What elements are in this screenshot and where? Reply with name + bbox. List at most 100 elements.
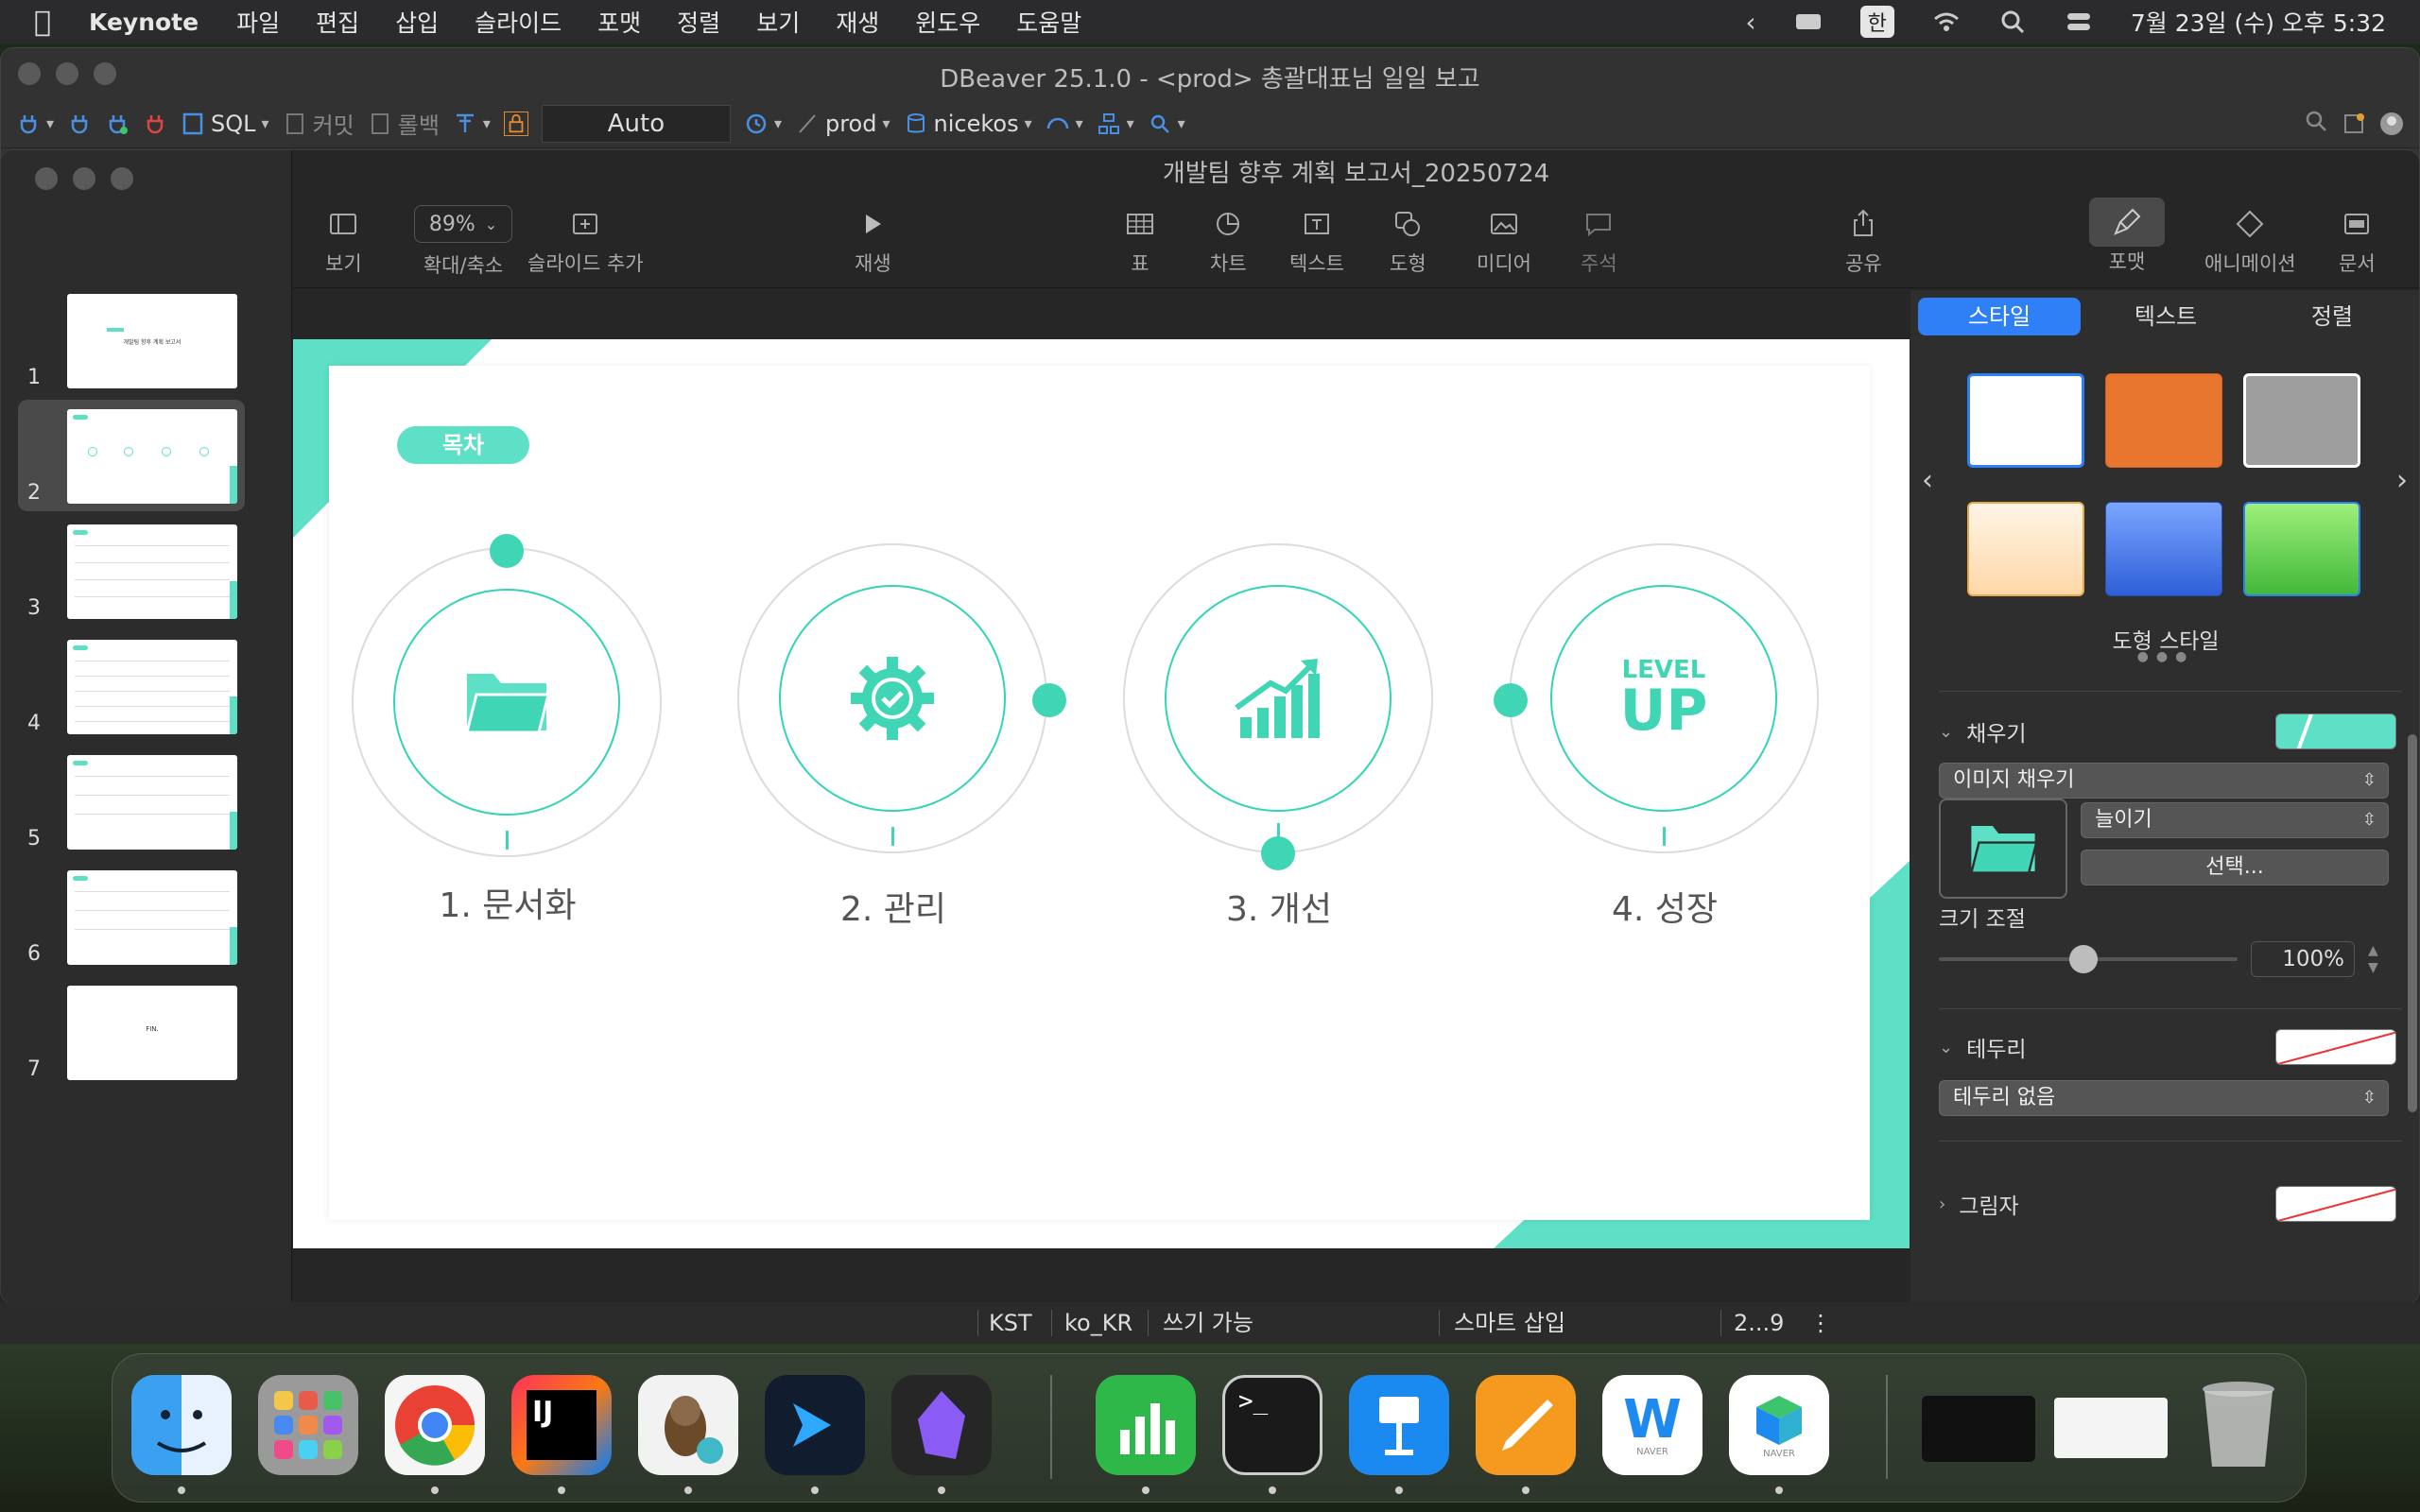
shadow-section-header[interactable]: › 그림자 (1939, 1188, 2019, 1220)
style-swatch-green[interactable] (2243, 502, 2360, 596)
add-slide-button[interactable]: 슬라이드 추가 (527, 198, 644, 277)
rollback-button[interactable]: 롤백 (368, 107, 440, 140)
border-color-well[interactable] (2275, 1029, 2396, 1065)
menu-view[interactable]: 보기 (756, 5, 800, 39)
menu-slide[interactable]: 슬라이드 (475, 5, 562, 39)
media-button[interactable]: 미디어 (1477, 198, 1531, 277)
current-slide[interactable]: 목차 1. 문서화 2. 관리 3. 개선 LEVEL UP 4. 성장 (293, 339, 1910, 1248)
menu-window[interactable]: 윈도우 (915, 5, 980, 39)
menu-app-name[interactable]: Keynote (89, 9, 199, 36)
minimized-terminal-window[interactable] (1922, 1396, 2035, 1462)
connect-icon[interactable] (67, 112, 92, 136)
erd-button[interactable]: ▾ (1097, 112, 1134, 136)
trash-icon[interactable] (2188, 1375, 2289, 1475)
finder-icon[interactable] (131, 1375, 232, 1475)
menu-help[interactable]: 도움말 (1016, 5, 1081, 39)
dashboard-button[interactable]: ▾ (1046, 112, 1083, 136)
fill-image-well[interactable] (1939, 799, 2067, 899)
new-connection-button[interactable]: ▾ (16, 112, 54, 136)
keynote-close-button[interactable] (35, 167, 58, 190)
inspector-scrollbar[interactable] (2408, 734, 2417, 1112)
transaction-mode-button[interactable]: ▾ (453, 112, 491, 136)
scale-slider-knob[interactable] (2069, 945, 2098, 973)
step-item-3[interactable]: 3. 개선 (1123, 543, 1435, 940)
image-scale-dropdown[interactable]: 늘이기 ⇳ (2081, 802, 2389, 838)
obsidian-icon[interactable] (891, 1375, 992, 1475)
fill-type-dropdown[interactable]: 이미지 채우기 ⇳ (1939, 763, 2389, 799)
perspective-icon[interactable] (2342, 112, 2366, 136)
tab-arrange[interactable]: 정렬 (2251, 298, 2413, 335)
menu-insert[interactable]: 삽입 (395, 5, 439, 39)
step-item-2[interactable]: 2. 관리 (737, 543, 1066, 940)
shadow-color-well[interactable] (2275, 1186, 2396, 1222)
style-swatch-gray[interactable] (2243, 373, 2360, 468)
dbeaver-icon[interactable] (638, 1375, 738, 1475)
play-button[interactable]: 재생 (855, 198, 891, 277)
format-button[interactable]: 포맷 (2089, 198, 2165, 275)
naver-works-icon[interactable]: NAVER (1729, 1375, 1829, 1475)
fill-section-header[interactable]: ⌄ 채우기 (1939, 715, 2027, 747)
document-button[interactable]: 문서 (2339, 198, 2376, 277)
tab-text[interactable]: 텍스트 (2084, 298, 2247, 335)
style-swatch-white[interactable] (1967, 373, 2084, 468)
style-swatch-peach[interactable] (1967, 502, 2084, 596)
style-swatch-orange[interactable] (2105, 373, 2222, 468)
find-button[interactable]: ▾ (1148, 112, 1185, 136)
intellij-icon[interactable]: IJ (511, 1375, 612, 1475)
launchpad-icon[interactable] (258, 1375, 358, 1475)
connection-selector[interactable]: prod ▾ (795, 111, 890, 137)
transaction-auto-field[interactable]: Auto (541, 104, 731, 143)
slide-canvas[interactable]: 목차 1. 문서화 2. 관리 3. 개선 LEVEL UP 4. 성장 (293, 290, 1910, 1303)
more-options-icon[interactable]: ⋮ (1809, 1302, 1832, 1344)
numbers-icon[interactable] (1096, 1375, 1196, 1475)
user-avatar-icon[interactable] (2379, 112, 2404, 136)
pages-icon[interactable] (1476, 1375, 1576, 1475)
chart-button[interactable]: 차트 (1210, 198, 1247, 277)
menu-edit[interactable]: 편집 (316, 5, 359, 39)
naver-whale-icon[interactable]: W NAVER (1602, 1375, 1703, 1475)
history-button[interactable]: ▾ (744, 112, 782, 136)
step-item-1[interactable]: 1. 문서화 (352, 534, 664, 944)
chrome-icon[interactable] (385, 1375, 485, 1475)
menubar-clock[interactable]: 7월 23일 (수) 오후 5:32 (2131, 5, 2386, 39)
animate-button[interactable]: 애니메이션 (2204, 198, 2296, 277)
tab-style[interactable]: 스타일 (1918, 298, 2081, 335)
fill-color-well[interactable] (2275, 713, 2396, 749)
vscode-icon[interactable] (765, 1375, 865, 1475)
keynote-minimize-button[interactable] (73, 167, 95, 190)
chevron-right-icon[interactable]: › (2396, 464, 2408, 497)
style-swatch-blue[interactable] (2105, 502, 2222, 596)
zoom-dropdown[interactable]: 89% ⌄ (414, 205, 512, 243)
text-button[interactable]: 텍스트 (1289, 198, 1344, 277)
apple-menu-icon[interactable]:  (34, 6, 51, 39)
keyboard-icon[interactable] (1794, 8, 1823, 36)
keynote-icon[interactable] (1349, 1375, 1449, 1475)
sql-editor-button[interactable]: SQL ▾ (181, 111, 269, 137)
menu-format[interactable]: 포맷 (597, 5, 641, 39)
lock-icon[interactable] (503, 111, 528, 136)
chevron-left-icon[interactable]: ‹ (1922, 464, 1933, 497)
step-item-4[interactable]: LEVEL UP 4. 성장 (1494, 543, 1821, 940)
global-search-button[interactable] (2304, 109, 2328, 139)
comment-button[interactable]: 주석 (1581, 198, 1617, 277)
menu-arrange[interactable]: 정렬 (677, 5, 720, 39)
minimized-keynote-window[interactable] (2054, 1398, 2168, 1458)
scale-percent-field[interactable]: 100% (2251, 941, 2355, 977)
style-page-dots[interactable]: ●●● (1910, 649, 2419, 664)
share-button[interactable]: 공유 (1845, 198, 1882, 277)
menu-file[interactable]: 파일 (236, 5, 280, 39)
commit-button[interactable]: 커밋 (283, 107, 354, 140)
toc-pill[interactable]: 목차 (397, 426, 529, 464)
input-method-indicator[interactable]: 한 (1859, 6, 1894, 38)
terminal-icon[interactable]: >_ (1222, 1375, 1322, 1475)
control-center-icon[interactable] (2065, 8, 2093, 36)
shape-button[interactable]: 도형 (1390, 198, 1426, 277)
border-type-dropdown[interactable]: 테두리 없음 ⇳ (1939, 1080, 2389, 1116)
spotlight-search-icon[interactable] (1998, 8, 2027, 36)
disconnect-icon[interactable] (143, 112, 167, 136)
keynote-zoom-button[interactable] (111, 167, 133, 190)
menu-play[interactable]: 재생 (836, 5, 879, 39)
schema-selector[interactable]: nicekos ▾ (904, 111, 1032, 137)
zoom-control[interactable]: 89% ⌄ 확대/축소 (414, 198, 512, 279)
border-section-header[interactable]: ⌄ 테두리 (1939, 1031, 2027, 1063)
